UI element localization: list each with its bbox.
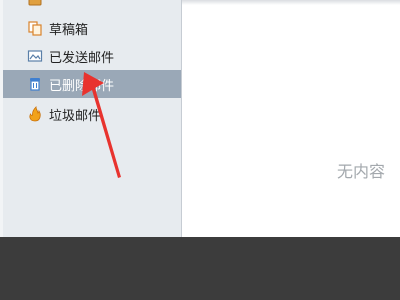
drafts-icon	[28, 21, 42, 36]
sent-mail-icon	[27, 50, 43, 62]
empty-state-text: 无内容	[337, 162, 386, 181]
sidebar-item-label: 垃圾邮件	[49, 108, 102, 124]
sidebar-item-drafts[interactable]: 草稿箱	[3, 14, 181, 42]
sidebar-item-spam[interactable]: 垃圾邮件	[3, 100, 181, 128]
sidebar-item-deleted[interactable]: 已删除邮件	[3, 70, 181, 98]
sidebar-item-folder[interactable]	[3, 0, 181, 14]
spam-icon	[29, 106, 41, 122]
sidebar-item-label: 草稿箱	[49, 22, 89, 38]
sidebar-item-sent[interactable]: 已发送邮件	[3, 42, 181, 70]
message-list-panel: 无内容	[182, 0, 400, 237]
folder-sidebar: 草稿箱 已发送邮件 已删除邮件 垃圾邮件	[3, 0, 182, 237]
bottom-dark-bar	[0, 237, 400, 300]
folder-icon	[28, 0, 42, 6]
sidebar-item-label: 已删除邮件	[49, 78, 115, 94]
panel-top-shade	[182, 0, 400, 5]
trash-icon	[30, 78, 40, 91]
mail-client-window: 草稿箱 已发送邮件 已删除邮件 垃圾邮件 无内容	[0, 0, 400, 237]
sidebar-item-label: 已发送邮件	[49, 50, 115, 66]
